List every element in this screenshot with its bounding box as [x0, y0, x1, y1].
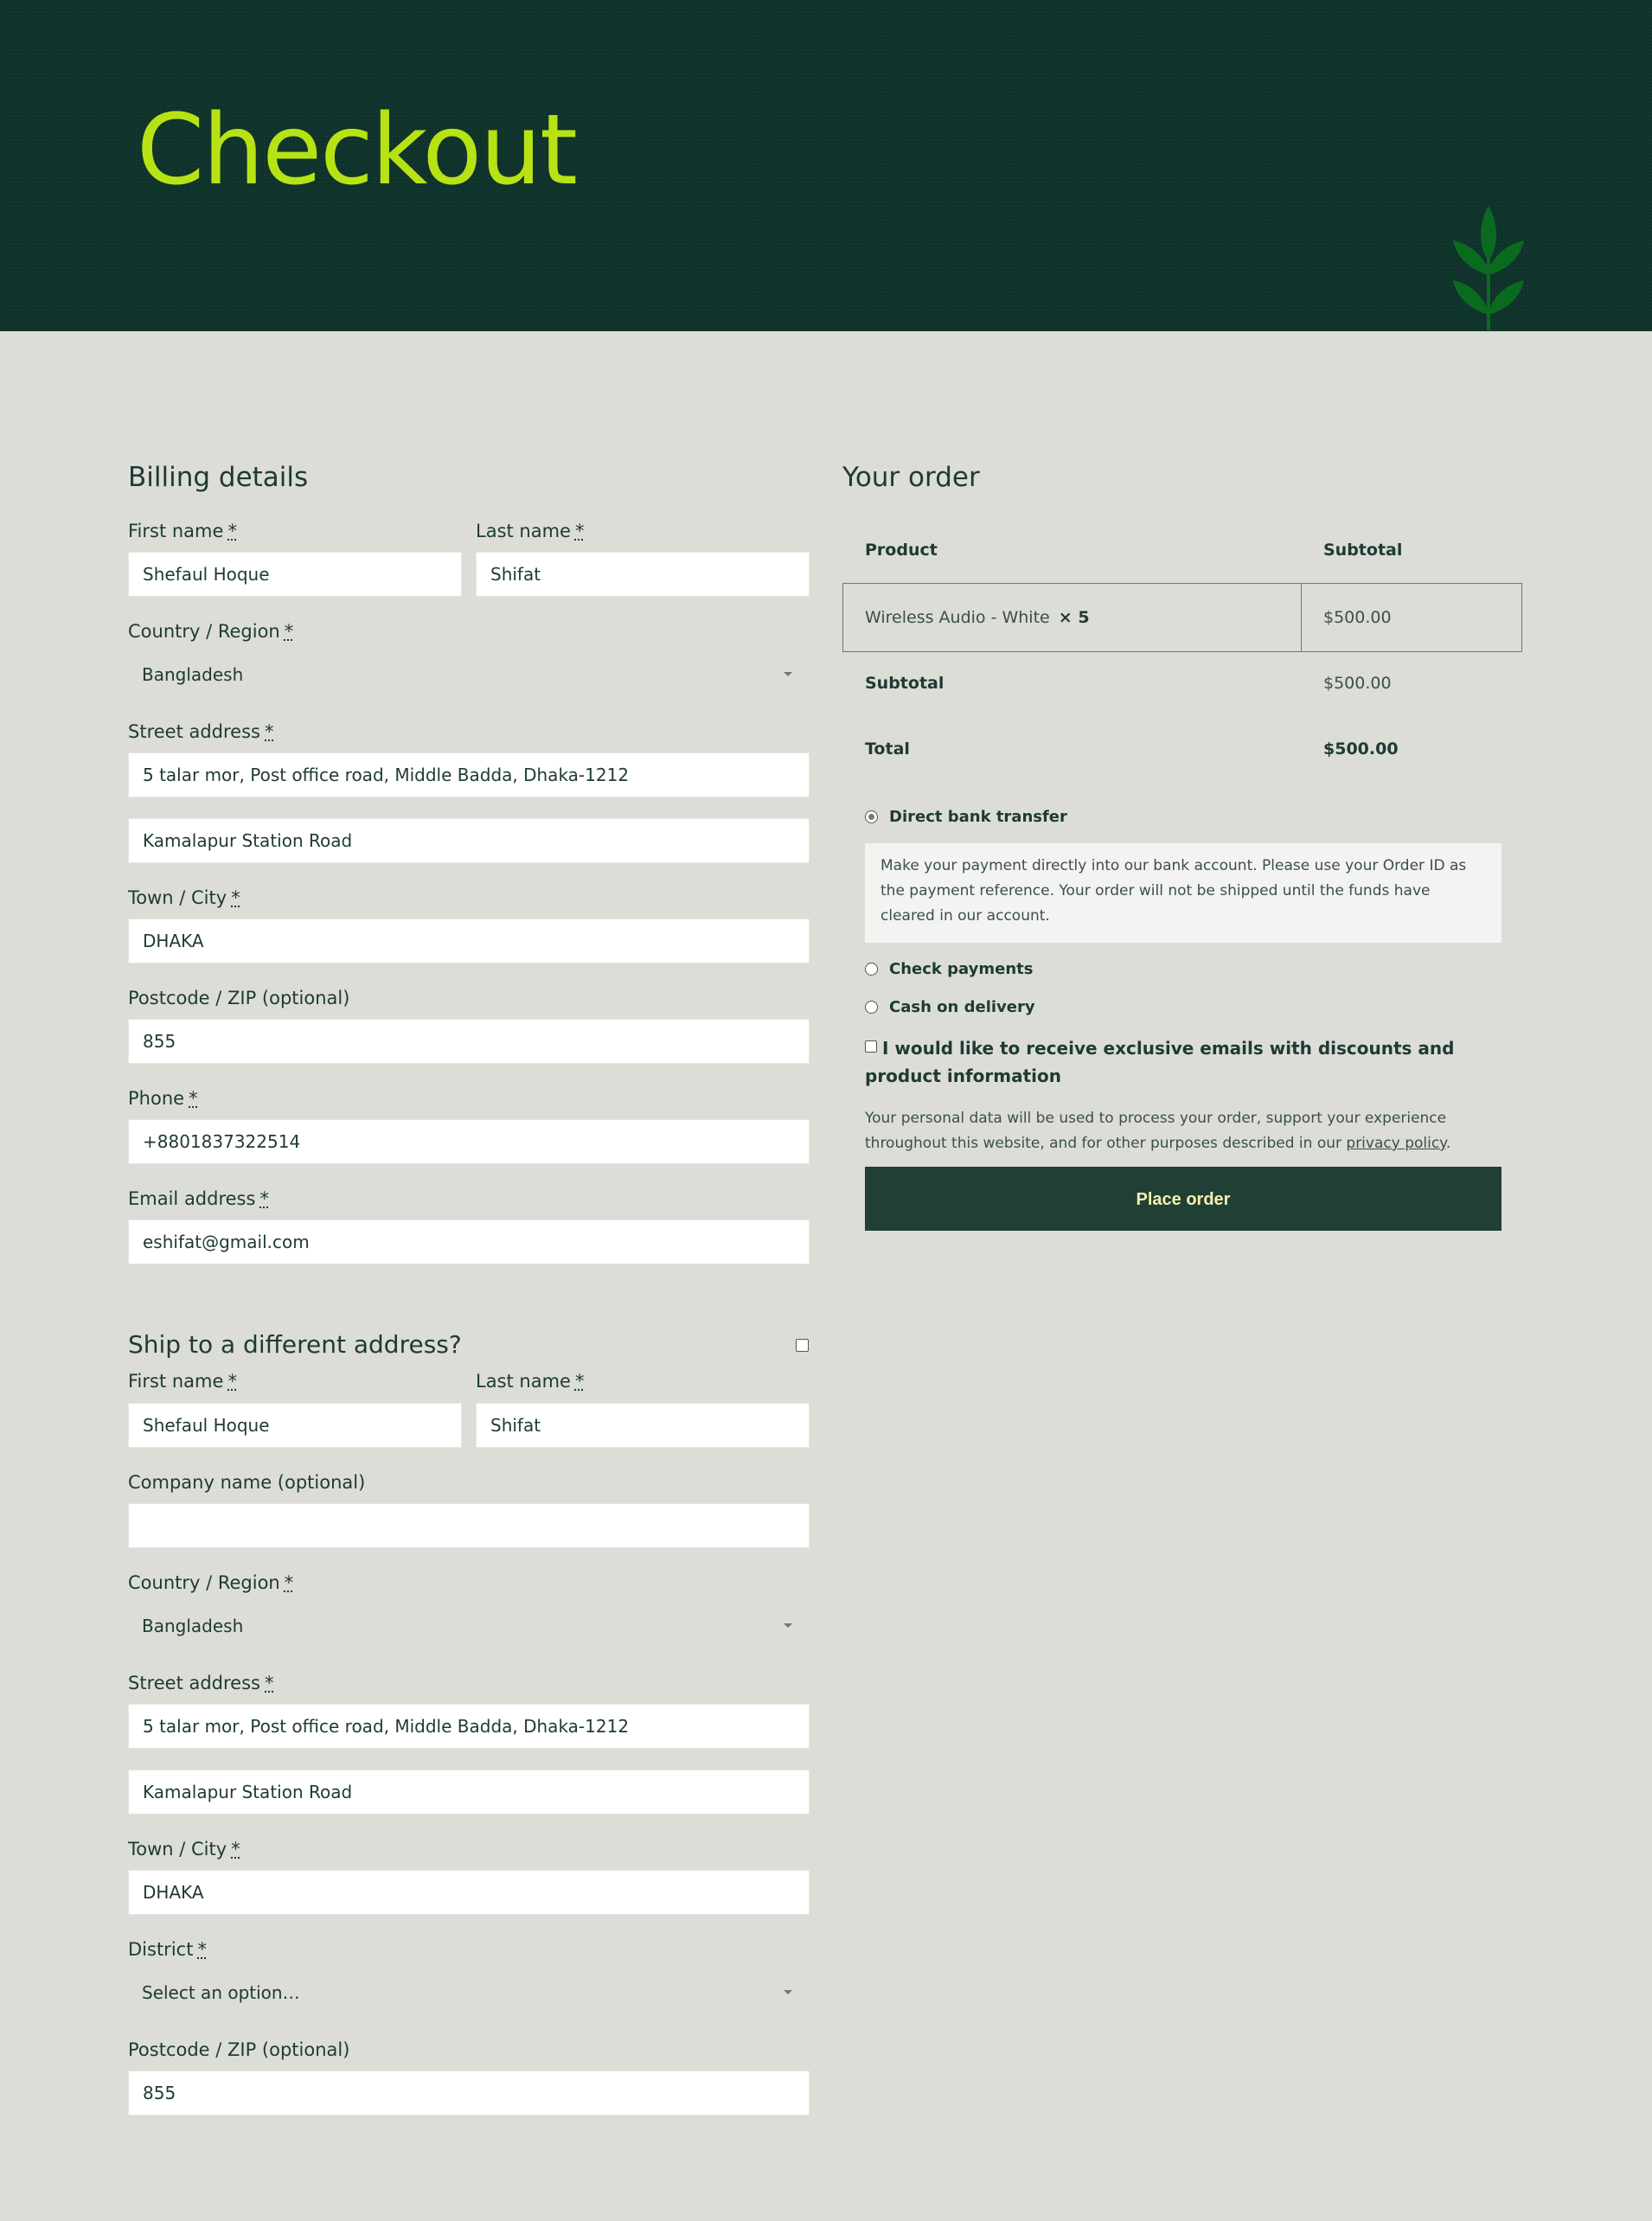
billing-city-label: Town / City *	[128, 887, 240, 908]
billing-email-label: Email address *	[128, 1188, 269, 1209]
chevron-down-icon	[784, 1990, 792, 1994]
shipping-first-name-label: First name *	[128, 1371, 237, 1392]
billing-postcode-label: Postcode / ZIP (optional)	[128, 988, 350, 1008]
billing-last-name-label: Last name *	[476, 521, 585, 541]
chevron-down-icon	[784, 672, 792, 676]
payment-bank-description: Make your payment directly into our bank…	[865, 843, 1502, 943]
shipping-company-label: Company name (optional)	[128, 1472, 366, 1493]
shipping-company-input[interactable]	[128, 1503, 810, 1548]
shipping-country-value: Bangladesh	[142, 1616, 244, 1636]
billing-phone-input[interactable]: +8801837322514	[128, 1119, 810, 1164]
billing-country-select[interactable]: Bangladesh	[128, 652, 810, 697]
payment-cod-radio[interactable]	[865, 1001, 878, 1014]
privacy-notice: Your personal data will be used to proce…	[865, 1110, 1451, 1152]
shipping-postcode-input[interactable]: 855	[128, 2071, 810, 2115]
order-item-row: Wireless Audio - White × 5 $500.00	[842, 583, 1522, 652]
shipping-postcode-label: Postcode / ZIP (optional)	[128, 2039, 350, 2060]
shipping-street-input-2[interactable]: Kamalapur Station Road	[128, 1770, 810, 1815]
shipping-district-value: Select an option…	[142, 1982, 300, 2003]
shipping-district-select[interactable]: Select an option…	[128, 1970, 810, 2015]
page-header: Checkout	[0, 0, 1652, 331]
payment-check-label[interactable]: Check payments	[889, 960, 1033, 978]
shipping-last-name-label: Last name *	[476, 1371, 585, 1392]
billing-street-input-1[interactable]: 5 talar mor, Post office road, Middle Ba…	[128, 752, 810, 797]
order-col-subtotal: Subtotal	[1323, 541, 1403, 560]
privacy-policy-link[interactable]: privacy policy	[1346, 1135, 1445, 1152]
page-title: Checkout	[137, 94, 578, 207]
order-subtotal-value: $500.00	[1323, 674, 1392, 693]
billing-first-name-input[interactable]: Shefaul Hoque	[128, 552, 462, 597]
billing-last-name-input[interactable]: Shifat	[476, 552, 810, 597]
payment-check-radio[interactable]	[865, 963, 878, 976]
order-total-value: $500.00	[1323, 739, 1399, 758]
shipping-country-select[interactable]: Bangladesh	[128, 1603, 810, 1648]
shipping-last-name-input[interactable]: Shifat	[476, 1403, 810, 1448]
table-divider	[1301, 584, 1302, 651]
payment-bank-label[interactable]: Direct bank transfer	[889, 808, 1067, 826]
shipping-city-label: Town / City *	[128, 1839, 240, 1859]
billing-country-value: Bangladesh	[142, 664, 244, 685]
payment-cod-label[interactable]: Cash on delivery	[889, 998, 1035, 1016]
billing-country-label: Country / Region *	[128, 621, 294, 642]
billing-phone-label: Phone *	[128, 1088, 198, 1109]
ship-different-checkbox[interactable]	[796, 1339, 809, 1352]
billing-first-name-label: First name *	[128, 521, 237, 541]
ship-different-title: Ship to a different address?	[128, 1330, 462, 1359]
place-order-button[interactable]: Place order	[865, 1167, 1502, 1231]
order-item-name: Wireless Audio - White × 5	[865, 608, 1090, 627]
newsletter-label[interactable]: I would like to receive exclusive emails…	[865, 1034, 1505, 1090]
shipping-street-input-1[interactable]: 5 talar mor, Post office road, Middle Ba…	[128, 1704, 810, 1749]
shipping-street-label: Street address *	[128, 1673, 274, 1693]
order-col-product: Product	[865, 541, 938, 560]
chevron-down-icon	[784, 1623, 792, 1628]
order-total-label: Total	[865, 739, 910, 758]
order-subtotal-label: Subtotal	[865, 674, 944, 693]
order-title: Your order	[842, 462, 980, 493]
shipping-city-input[interactable]: DHAKA	[128, 1870, 810, 1915]
leaf-branch-icon	[1453, 206, 1524, 330]
payment-bank-radio[interactable]	[865, 810, 878, 823]
billing-street-label: Street address *	[128, 721, 274, 742]
billing-city-input[interactable]: DHAKA	[128, 918, 810, 963]
shipping-country-label: Country / Region *	[128, 1572, 294, 1593]
shipping-district-label: District *	[128, 1939, 207, 1960]
billing-postcode-input[interactable]: 855	[128, 1019, 810, 1064]
billing-title: Billing details	[128, 462, 309, 493]
billing-email-input[interactable]: eshifat@gmail.com	[128, 1219, 810, 1264]
order-item-price: $500.00	[1323, 608, 1392, 627]
shipping-first-name-input[interactable]: Shefaul Hoque	[128, 1403, 462, 1448]
billing-street-input-2[interactable]: Kamalapur Station Road	[128, 818, 810, 863]
